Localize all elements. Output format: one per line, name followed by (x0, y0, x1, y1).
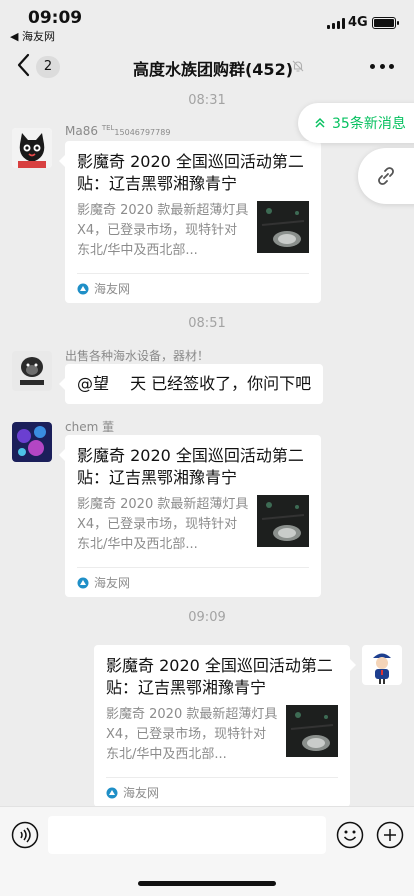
link-card[interactable]: 影魔奇 2020 全国巡回活动第二贴：辽吉黑鄂湘豫青宁 影魔奇 2020 款最新… (59, 435, 321, 597)
sender-name: 出售各种海水设备，器材！ (65, 349, 210, 363)
sender-tel-label: TEL (101, 124, 115, 132)
link-card[interactable]: 影魔奇 2020 全国巡回活动第二贴：辽吉黑鄂湘豫青宁 影魔奇 2020 款最新… (94, 645, 356, 807)
status-bar: 09:09 ◀ 海友网 4G (0, 0, 414, 44)
avatar[interactable] (12, 351, 52, 391)
voice-input-icon[interactable] (11, 821, 39, 849)
message-timestamp: 09:09 (188, 610, 226, 625)
link-card-title: 影魔奇 2020 全国巡回活动第二贴：辽吉黑鄂湘豫青宁 (77, 152, 304, 193)
message-timestamp: 08:51 (188, 316, 226, 331)
link-card-title: 影魔奇 2020 全国巡回活动第二贴：辽吉黑鄂湘豫青宁 (77, 446, 304, 487)
link-card-thumbnail (286, 705, 338, 757)
sender-name-text: Ma86 (65, 124, 98, 138)
new-messages-label: 35条新消息 (332, 116, 406, 132)
message-input[interactable] (48, 816, 326, 854)
chat-header: 2 高度水族团购群(452) (0, 44, 414, 88)
link-card-source: 海友网 (94, 576, 131, 590)
back-to-app-link[interactable]: ◀ 海友网 (10, 28, 55, 44)
sender-name: Ma86 TEL15046797789 (65, 124, 170, 138)
network-type: 4G (348, 15, 368, 30)
light-fixture-image-icon (257, 495, 309, 547)
link-card-description: 影魔奇 2020 款最新超薄灯具 X4，已登录市场，现特针对东北/华中及西北部.… (77, 497, 249, 552)
chat-title: 高度水族团购群(452) (132, 60, 294, 79)
avatar[interactable] (12, 128, 52, 168)
dot-icon (379, 63, 385, 69)
link-card-description: 影魔奇 2020 款最新超薄灯具 X4，已登录市场，现特针对东北/华中及西北部.… (77, 203, 249, 258)
link-card-title: 影魔奇 2020 全国巡回活动第二贴：辽吉黑鄂湘豫青宁 (106, 656, 333, 697)
home-indicator[interactable] (138, 881, 276, 886)
dot-icon (389, 63, 394, 69)
plus-icon[interactable] (376, 821, 404, 849)
sender-name: chem 董 (65, 420, 115, 434)
floating-link-button[interactable] (358, 148, 414, 204)
signal-icon (327, 18, 345, 29)
link-card-description: 影魔奇 2020 款最新超薄灯具 X4，已登录市场，现特针对东北/华中及西北部.… (106, 707, 278, 762)
status-time: 09:09 (28, 8, 83, 28)
link-icon (378, 167, 394, 185)
source-logo-icon (106, 787, 118, 798)
text-message-bubble[interactable]: @望 天 已经签收了，你问下吧 (58, 364, 324, 404)
light-fixture-image-icon (257, 201, 309, 253)
source-logo-icon (77, 577, 89, 588)
link-card[interactable]: 影魔奇 2020 全国巡回活动第二贴：辽吉黑鄂湘豫青宁 影魔奇 2020 款最新… (59, 141, 321, 303)
new-messages-button[interactable]: 35条新消息 (298, 103, 414, 143)
light-fixture-image-icon (286, 705, 338, 757)
dot-icon (370, 63, 375, 69)
aquarium-avatar-icon (12, 422, 52, 462)
avatar[interactable] (12, 422, 52, 462)
emoji-icon[interactable] (336, 821, 364, 849)
cartoon-officer-avatar-icon (362, 645, 402, 685)
more-options-button[interactable] (370, 56, 394, 76)
source-logo-icon (77, 283, 89, 294)
link-card-thumbnail (257, 495, 309, 547)
link-card-thumbnail (257, 201, 309, 253)
black-cat-avatar-icon (12, 128, 52, 168)
link-card-source: 海友网 (123, 786, 160, 800)
mute-bell-icon (292, 60, 304, 72)
sender-tel: 15046797789 (114, 128, 171, 137)
self-avatar[interactable] (362, 645, 402, 685)
battery-icon (372, 17, 399, 29)
link-card-source: 海友网 (94, 282, 131, 296)
double-chevron-up-icon (315, 117, 325, 128)
gorilla-avatar-icon (12, 351, 52, 391)
